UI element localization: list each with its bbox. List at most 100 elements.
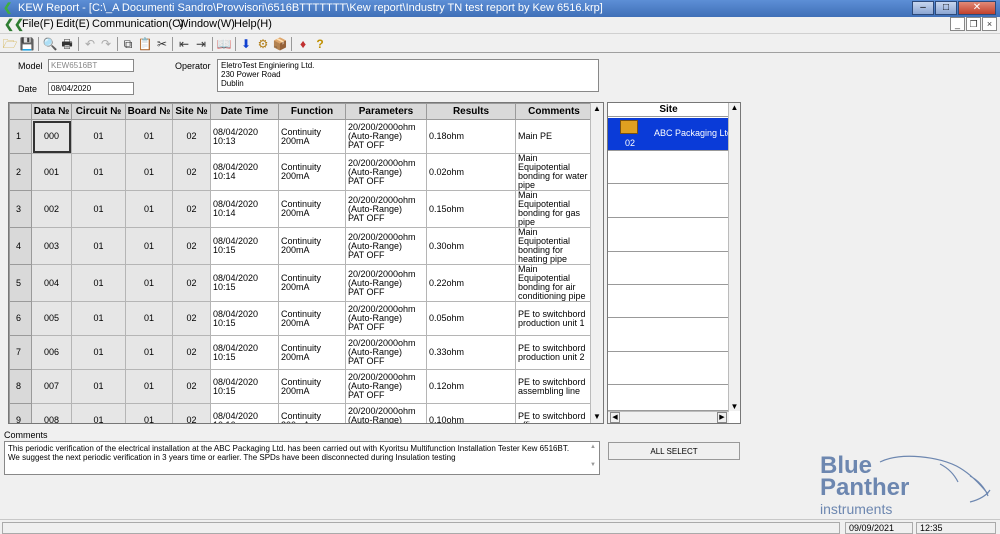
comments-field[interactable]: This periodic verification of the electr… [4,441,600,475]
row-number[interactable]: 7 [9,335,32,370]
save-icon[interactable]: 💾 [19,36,35,52]
cell-data-no[interactable]: 008 [31,403,72,423]
cell-circuit-no[interactable]: 01 [71,190,126,228]
cell-circuit-no[interactable]: 01 [71,301,126,336]
cell-date-time[interactable]: 08/04/2020 10:14 [210,190,279,228]
copy-icon[interactable]: ⧉ [120,36,136,52]
cell-board-no[interactable]: 01 [125,264,173,302]
cell-comments[interactable]: Main Equipotential bonding for water pipe [515,153,593,191]
cell-site-no[interactable]: 02 [172,227,211,265]
row-number[interactable]: 8 [9,369,32,404]
cell-parameters[interactable]: 20/200/2000ohm(Auto-Range)PAT OFF [345,227,427,265]
scroll-down-arrow-icon[interactable]: ▼ [729,402,740,411]
cell-results[interactable]: 0.33ohm [426,335,516,370]
cell-board-no[interactable]: 01 [125,335,173,370]
cell-site-no[interactable]: 02 [172,369,211,404]
row-number[interactable]: 5 [9,264,32,302]
operator-field[interactable]: EletroTest Enginiering Ltd. 230 Power Ro… [217,59,599,92]
site-row[interactable] [608,352,729,385]
scroll-left-arrow-icon[interactable]: ◀ [610,412,620,423]
site-row[interactable] [608,218,729,252]
cell-parameters[interactable]: 20/200/2000ohm(Auto-Range)PAT OFF [345,119,427,154]
cell-circuit-no[interactable]: 01 [71,264,126,302]
cell-data-no[interactable]: 002 [31,190,72,228]
cell-date-time[interactable]: 08/04/2020 10:15 [210,369,279,404]
cell-board-no[interactable]: 01 [125,153,173,191]
cell-board-no[interactable]: 01 [125,190,173,228]
table-row[interactable]: 6 005 01 01 02 08/04/2020 10:15 Continuity 200mA… [9,301,593,336]
instrument-settings-icon[interactable]: ⚙ [255,36,271,52]
table-row[interactable]: 2 001 01 01 02 08/04/2020 10:14 Continuity 200mA… [9,153,593,191]
cell-comments[interactable]: Main Equipotential bonding for heating pip… [515,227,593,265]
paste-icon[interactable]: 📋 [137,36,153,52]
site-vertical-scrollbar[interactable]: ▲ ▼ [728,103,740,411]
all-select-button[interactable]: ALL SELECT [608,442,740,460]
grid-vertical-scrollbar[interactable]: ▲ ▼ [590,103,603,423]
cell-results[interactable]: 0.02ohm [426,153,516,191]
table-row[interactable]: 8 007 01 01 02 08/04/2020 10:15 Continuity 200mA… [9,369,593,404]
undo-icon[interactable]: ↶ [82,36,98,52]
date-field[interactable]: 08/04/2020 [48,82,134,95]
table-row[interactable]: 7 006 01 01 02 08/04/2020 10:15 Continuity 200mA… [9,335,593,370]
insert-row-icon[interactable]: ⇤ [176,36,192,52]
append-row-icon[interactable]: ⇥ [193,36,209,52]
cell-data-no[interactable]: 005 [31,301,72,336]
cell-data-no[interactable]: 006 [31,335,72,370]
cell-function[interactable]: Continuity200mA [278,369,346,404]
cell-function[interactable]: Continuity200mA [278,335,346,370]
cell-parameters[interactable]: 20/200/2000ohm(Auto-Range)PAT OFF [345,335,427,370]
row-number[interactable]: 2 [9,153,32,191]
table-row[interactable]: 900801010208/04/202010:16Continuity200mA… [9,403,593,423]
cell-board-no[interactable]: 01 [125,119,173,154]
cell-site-no[interactable]: 02 [172,153,211,191]
cell-data-no[interactable]: 004 [31,264,72,302]
cell-date-time[interactable]: 08/04/202010:16 [210,403,279,423]
cut-icon[interactable]: ✂ [154,36,170,52]
comments-scrollbar[interactable]: ▲ ▼ [588,443,598,473]
cell-function[interactable]: Continuity200mA [278,403,346,423]
cell-parameters[interactable]: 20/200/2000ohm(Auto-Range)PAT OFF [345,190,427,228]
cell-site-no[interactable]: 02 [172,119,211,154]
print-preview-icon[interactable]: 🔍 [42,36,58,52]
cell-results[interactable]: 0.18ohm [426,119,516,154]
cell-comments[interactable]: PE to switchbord production unit 1 [515,301,593,336]
cell-date-time[interactable]: 08/04/2020 10:15 [210,227,279,265]
print-icon[interactable]: 🖶 [59,36,75,52]
col-header-function[interactable]: Function [278,103,346,120]
cell-site-no[interactable]: 02 [172,264,211,302]
cell-board-no[interactable]: 01 [125,301,173,336]
row-number[interactable]: 9 [9,403,32,423]
cell-parameters[interactable]: 20/200/2000ohm(Auto-Range)PAT OFF [345,369,427,404]
cell-function[interactable]: Continuity200mA [278,190,346,228]
open-folder-icon[interactable]: 🗁 [2,36,18,52]
cell-circuit-no[interactable]: 01 [71,369,126,404]
cell-results[interactable]: 0.12ohm [426,369,516,404]
scroll-down-arrow-icon[interactable]: ▼ [591,411,603,423]
cell-board-no[interactable]: 01 [125,403,173,423]
cell-date-time[interactable]: 08/04/2020 10:13 [210,119,279,154]
cell-comments[interactable]: Main Equipotential bonding for gas pipe [515,190,593,228]
menu-communication[interactable]: Communication(C) [92,18,184,30]
cell-date-time[interactable]: 08/04/2020 10:15 [210,335,279,370]
cell-function[interactable]: Continuity200mA [278,301,346,336]
cell-parameters[interactable]: 20/200/2000ohm(Auto-Range)PAT OFF [345,264,427,302]
cell-site-no[interactable]: 02 [172,301,211,336]
cell-comments[interactable]: Main PE [515,119,593,154]
site-row[interactable] [608,252,729,285]
cell-function[interactable]: Continuity200mA [278,227,346,265]
menu-file[interactable]: File(F) [22,18,54,30]
cell-circuit-no[interactable]: 01 [71,403,126,423]
row-number[interactable]: 3 [9,190,32,228]
cell-circuit-no[interactable]: 01 [71,335,126,370]
table-row[interactable]: 1 000 01 01 02 08/04/2020 10:13 Continuity 200mA… [9,119,593,154]
cell-parameters[interactable]: 20/200/2000ohm(Auto-Range)PAT OFF [345,153,427,191]
table-row[interactable]: 4 003 01 01 02 08/04/2020 10:15 Continuity 200mA… [9,227,593,265]
cell-date-time[interactable]: 08/04/2020 10:15 [210,264,279,302]
scroll-right-arrow-icon[interactable]: ▶ [717,412,727,423]
site-item-selected[interactable]: 02 ABC Packaging Ltd. [608,118,735,151]
cell-results[interactable]: 0.22ohm [426,264,516,302]
cell-comments[interactable]: PE to switchbord assembling line [515,369,593,404]
site-row[interactable] [608,184,729,218]
cell-circuit-no[interactable]: 01 [71,227,126,265]
cell-comments[interactable]: PE to switchbord production unit 2 [515,335,593,370]
